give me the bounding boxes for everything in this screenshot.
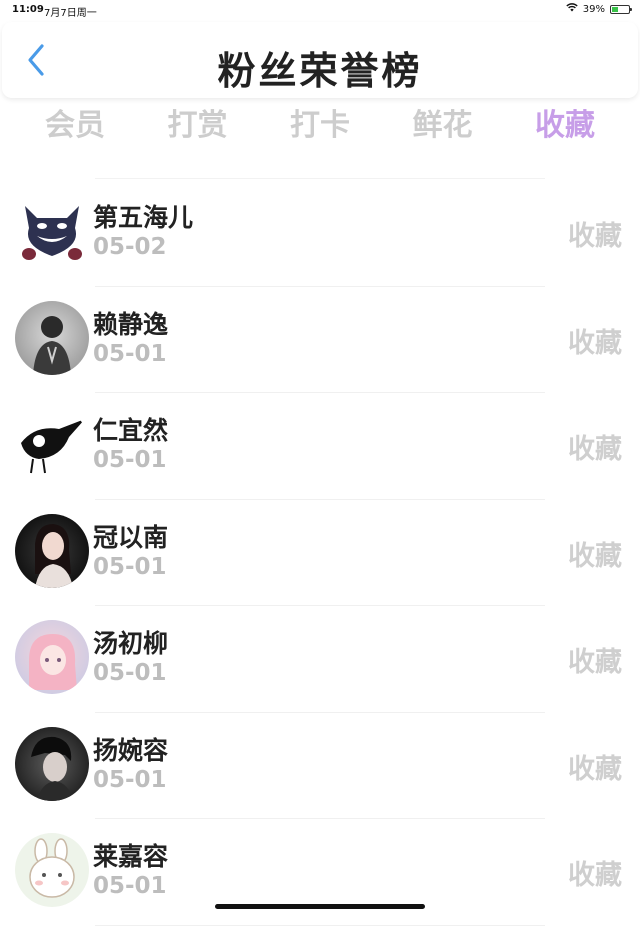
fan-type-label: 收藏 (568, 327, 622, 359)
list-item[interactable]: 莱嘉容 05-01 收藏 (0, 819, 640, 926)
fan-type-label: 收藏 (568, 540, 622, 572)
tab-flowers[interactable]: 鲜花 (382, 106, 504, 150)
header: 粉丝荣誉榜 (2, 22, 638, 98)
tab-bar: 会员 打赏 打卡 鲜花 收藏 (14, 106, 626, 150)
list-item[interactable]: 仁宜然 05-01 收藏 (0, 393, 640, 500)
fan-name: 莱嘉容 (93, 842, 169, 871)
divider (95, 178, 545, 179)
avatar[interactable] (15, 833, 89, 907)
avatar[interactable] (15, 300, 89, 375)
list-item[interactable]: 扬婉容 05-01 收藏 (0, 713, 640, 820)
fan-date: 05-01 (93, 660, 167, 686)
fan-type-label: 收藏 (568, 434, 622, 465)
avatar[interactable] (15, 726, 89, 801)
fan-name: 扬婉容 (93, 735, 169, 765)
status-time: 11:09 (12, 4, 44, 15)
tab-reward[interactable]: 打赏 (137, 106, 259, 150)
home-indicator[interactable] (215, 904, 425, 909)
list-item[interactable]: 赖静逸 05-01 收藏 (0, 287, 640, 394)
fan-list: 第五海儿 05-02 收藏 赖静逸 05-01 收藏 仁宜然 05-01 收藏 (0, 180, 640, 926)
fan-name: 仁宜然 (93, 416, 169, 445)
fan-type-label: 收藏 (568, 860, 622, 891)
battery-fill (612, 6, 619, 12)
avatar[interactable] (15, 407, 89, 481)
fan-date: 05-02 (93, 234, 167, 260)
fan-name: 汤初柳 (93, 629, 169, 658)
fan-date: 05-01 (93, 873, 167, 899)
battery-icon (610, 4, 632, 14)
tab-member[interactable]: 会员 (14, 106, 136, 150)
status-date: 7月7日周一 (44, 8, 97, 19)
fan-type-label: 收藏 (568, 221, 622, 252)
fan-date: 05-01 (93, 553, 167, 580)
page-title: 粉丝荣誉榜 (217, 49, 423, 93)
list-item[interactable]: 冠以南 05-01 收藏 (0, 500, 640, 607)
avatar[interactable] (15, 620, 89, 694)
fan-date: 05-01 (93, 340, 167, 367)
fan-name: 第五海儿 (93, 203, 194, 232)
fan-date: 05-01 (93, 766, 167, 793)
battery-percent: 39% (582, 3, 605, 15)
avatar[interactable] (15, 194, 89, 268)
list-item[interactable]: 汤初柳 05-01 收藏 (0, 606, 640, 713)
status-indicators: 39% (566, 3, 632, 15)
fan-date: 05-01 (93, 447, 167, 473)
wifi-icon (566, 3, 578, 15)
fan-name: 冠以南 (93, 522, 169, 552)
status-bar: 11:09 7月7日周一 39% (0, 0, 640, 20)
fan-type-label: 收藏 (568, 753, 622, 785)
tab-checkin[interactable]: 打卡 (259, 106, 381, 150)
avatar[interactable] (15, 513, 89, 588)
fan-name: 赖静逸 (93, 309, 169, 339)
tab-favorites[interactable]: 收藏 (504, 106, 626, 150)
list-item[interactable]: 第五海儿 05-02 收藏 (0, 180, 640, 287)
fan-type-label: 收藏 (568, 647, 622, 678)
